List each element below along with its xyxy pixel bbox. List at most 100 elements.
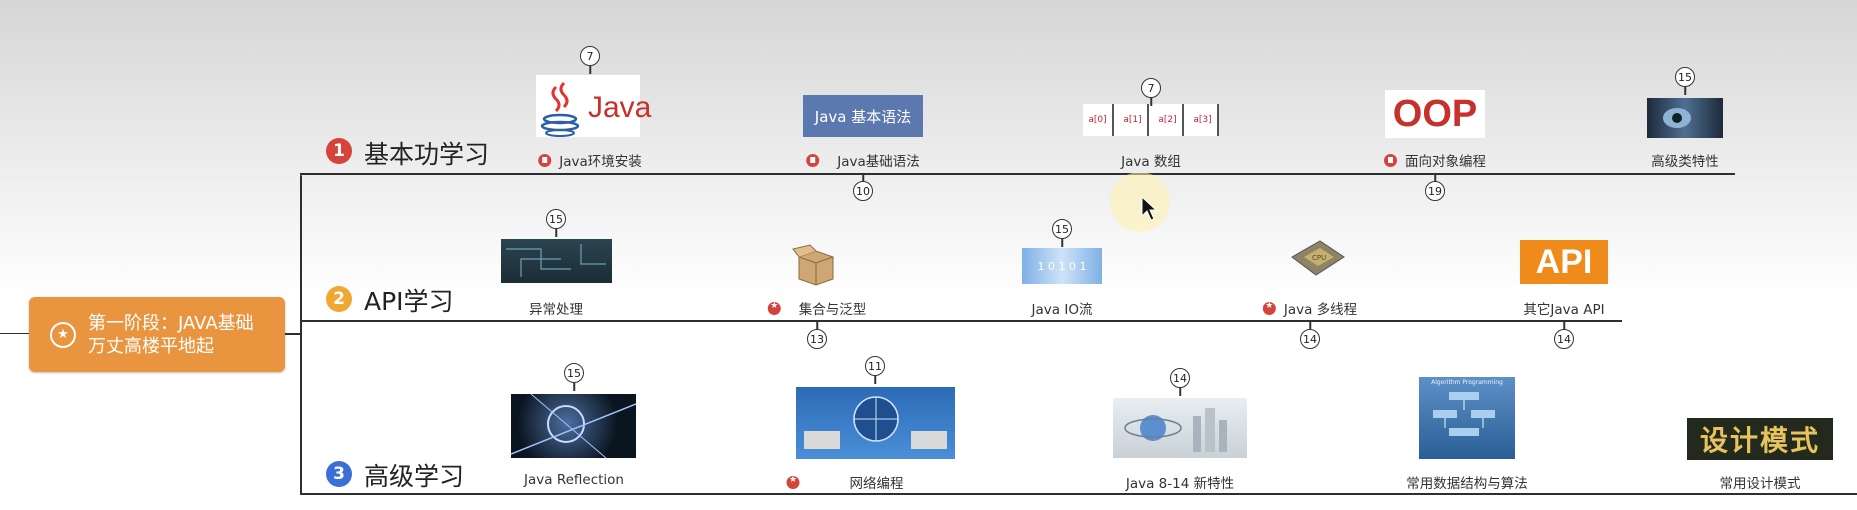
flag-icon xyxy=(806,153,820,167)
topic-label: Java Reflection xyxy=(524,472,624,488)
topic-java-env[interactable]: Java环境安装 xyxy=(538,150,642,170)
reflection-image xyxy=(510,393,637,459)
section-3-number: 3 xyxy=(326,461,352,487)
section-1-title[interactable]: 基本功学习 xyxy=(364,135,489,171)
eye-icon xyxy=(1663,108,1691,128)
count-badge: 7 xyxy=(580,46,600,66)
trunk-line xyxy=(300,175,302,495)
topic-network[interactable]: 网络编程 xyxy=(786,472,904,492)
topic-java-syntax[interactable]: Java基础语法 xyxy=(806,150,920,170)
topic-label: Java IO流 xyxy=(1031,302,1093,318)
topic-design-pattern[interactable]: 常用设计模式 xyxy=(1720,472,1801,492)
topic-oop[interactable]: 面向对象编程 xyxy=(1384,150,1486,170)
circuit-icon xyxy=(506,244,606,277)
api-logo-text: API xyxy=(1535,242,1593,281)
java-logo-text: Java xyxy=(588,91,652,124)
badge-stem xyxy=(1684,87,1686,95)
topic-label: 异常处理 xyxy=(529,302,583,318)
count-badge: 14 xyxy=(1554,329,1574,349)
count-badge: 11 xyxy=(865,356,885,376)
count-badge: 7 xyxy=(1141,78,1161,98)
api-logo-image: API xyxy=(1520,240,1608,284)
design-pattern-image: 设计模式 xyxy=(1687,418,1833,460)
count-badge: 15 xyxy=(1052,219,1072,239)
topic-label: 网络编程 xyxy=(849,476,904,492)
section-2-line xyxy=(300,320,1622,322)
star-icon: ★ xyxy=(50,321,76,348)
flag-icon xyxy=(538,153,552,167)
topic-collections[interactable]: 集合与泛型 xyxy=(767,298,867,318)
topic-label: 常用数据结构与算法 xyxy=(1406,476,1528,492)
array-cell: a[2] xyxy=(1153,104,1184,136)
topic-label: Java基础语法 xyxy=(837,154,920,170)
badge-stem xyxy=(1061,239,1063,247)
atom-icon xyxy=(1124,408,1227,452)
topic-label: 常用设计模式 xyxy=(1719,476,1801,492)
cpu-image: CPU xyxy=(1282,235,1352,283)
topic-new-features[interactable]: Java 8-14 新特性 xyxy=(1126,472,1234,492)
cpu-chip-icon: CPU xyxy=(1291,240,1345,276)
badge-stem xyxy=(1309,321,1311,329)
new-features-image xyxy=(1113,398,1247,458)
topic-reflection[interactable]: Java Reflection xyxy=(524,472,624,488)
topic-label: Java 多线程 xyxy=(1283,302,1358,318)
topic-thread[interactable]: Java 多线程 xyxy=(1262,298,1358,318)
array-cell: a[0] xyxy=(1083,104,1114,136)
root-connector-right xyxy=(284,333,300,335)
mouse-cursor-icon xyxy=(1141,196,1157,221)
flowchart-icon xyxy=(1433,392,1495,436)
datastruct-label: Algorithm Programming xyxy=(1431,379,1503,386)
count-badge: 10 xyxy=(853,181,873,201)
topic-datastruct[interactable]: 常用数据结构与算法 xyxy=(1406,472,1528,492)
array-cell: a[3] xyxy=(1188,104,1219,136)
star-icon xyxy=(767,301,781,315)
count-badge: 13 xyxy=(807,329,827,349)
count-badge: 14 xyxy=(1170,368,1190,388)
badge-stem xyxy=(555,229,557,237)
section-3-line xyxy=(300,493,1857,495)
section-1-number: 1 xyxy=(326,138,352,164)
topic-label: 面向对象编程 xyxy=(1405,154,1486,170)
topic-other-api[interactable]: 其它Java API xyxy=(1523,298,1604,318)
count-badge: 15 xyxy=(564,363,584,383)
reflection-icon xyxy=(510,393,637,459)
box-image xyxy=(791,243,841,287)
section-2-number: 2 xyxy=(326,286,352,312)
root-title-line2: 万丈高楼平地起 xyxy=(88,335,214,357)
cursor-highlight xyxy=(1110,172,1170,232)
cpu-text: CPU xyxy=(1312,254,1326,262)
datastruct-image: Algorithm Programming xyxy=(1419,377,1515,459)
badge-stem xyxy=(1179,388,1181,396)
badge-stem xyxy=(573,383,575,391)
badge-stem xyxy=(816,321,818,329)
badge-stem xyxy=(589,66,591,74)
topic-label: Java环境安装 xyxy=(559,154,642,170)
java-logo-image: Java xyxy=(536,75,651,137)
binary-stream-image: 1 0 1 0 1 xyxy=(1022,248,1102,284)
badge-stem xyxy=(874,376,876,384)
section-1-line xyxy=(300,173,1735,175)
topic-advanced-class[interactable]: 高级类特性 xyxy=(1651,150,1719,170)
oop-logo-text: OOP xyxy=(1392,92,1478,135)
badge-stem xyxy=(1563,321,1565,329)
root-connector-left xyxy=(0,333,30,334)
count-badge: 15 xyxy=(546,209,566,229)
topic-label: Java 8-14 新特性 xyxy=(1125,476,1235,492)
array-cell: a[1] xyxy=(1118,104,1149,136)
topic-exception[interactable]: 异常处理 xyxy=(529,298,583,318)
topic-io[interactable]: Java IO流 xyxy=(1032,298,1093,318)
root-node[interactable]: ★ 第一阶段：JAVA基础 万丈高楼平地起 xyxy=(29,297,285,372)
box-icon xyxy=(792,244,834,286)
section-3-title[interactable]: 高级学习 xyxy=(364,457,464,493)
star-icon xyxy=(786,475,800,489)
topic-java-array[interactable]: Java 数组 xyxy=(1121,150,1181,170)
section-2-title[interactable]: API学习 xyxy=(364,282,454,318)
topic-label: 集合与泛型 xyxy=(798,302,867,318)
binary-stream-text: 1 0 1 0 1 xyxy=(1037,259,1087,273)
count-badge: 19 xyxy=(1425,181,1445,201)
circuit-image xyxy=(501,239,612,283)
design-pattern-logo-text: 设计模式 xyxy=(1699,424,1820,457)
oop-logo-image: OOP xyxy=(1385,90,1485,138)
syntax-banner-image: Java 基本语法 xyxy=(803,95,923,137)
count-badge: 14 xyxy=(1300,329,1320,349)
